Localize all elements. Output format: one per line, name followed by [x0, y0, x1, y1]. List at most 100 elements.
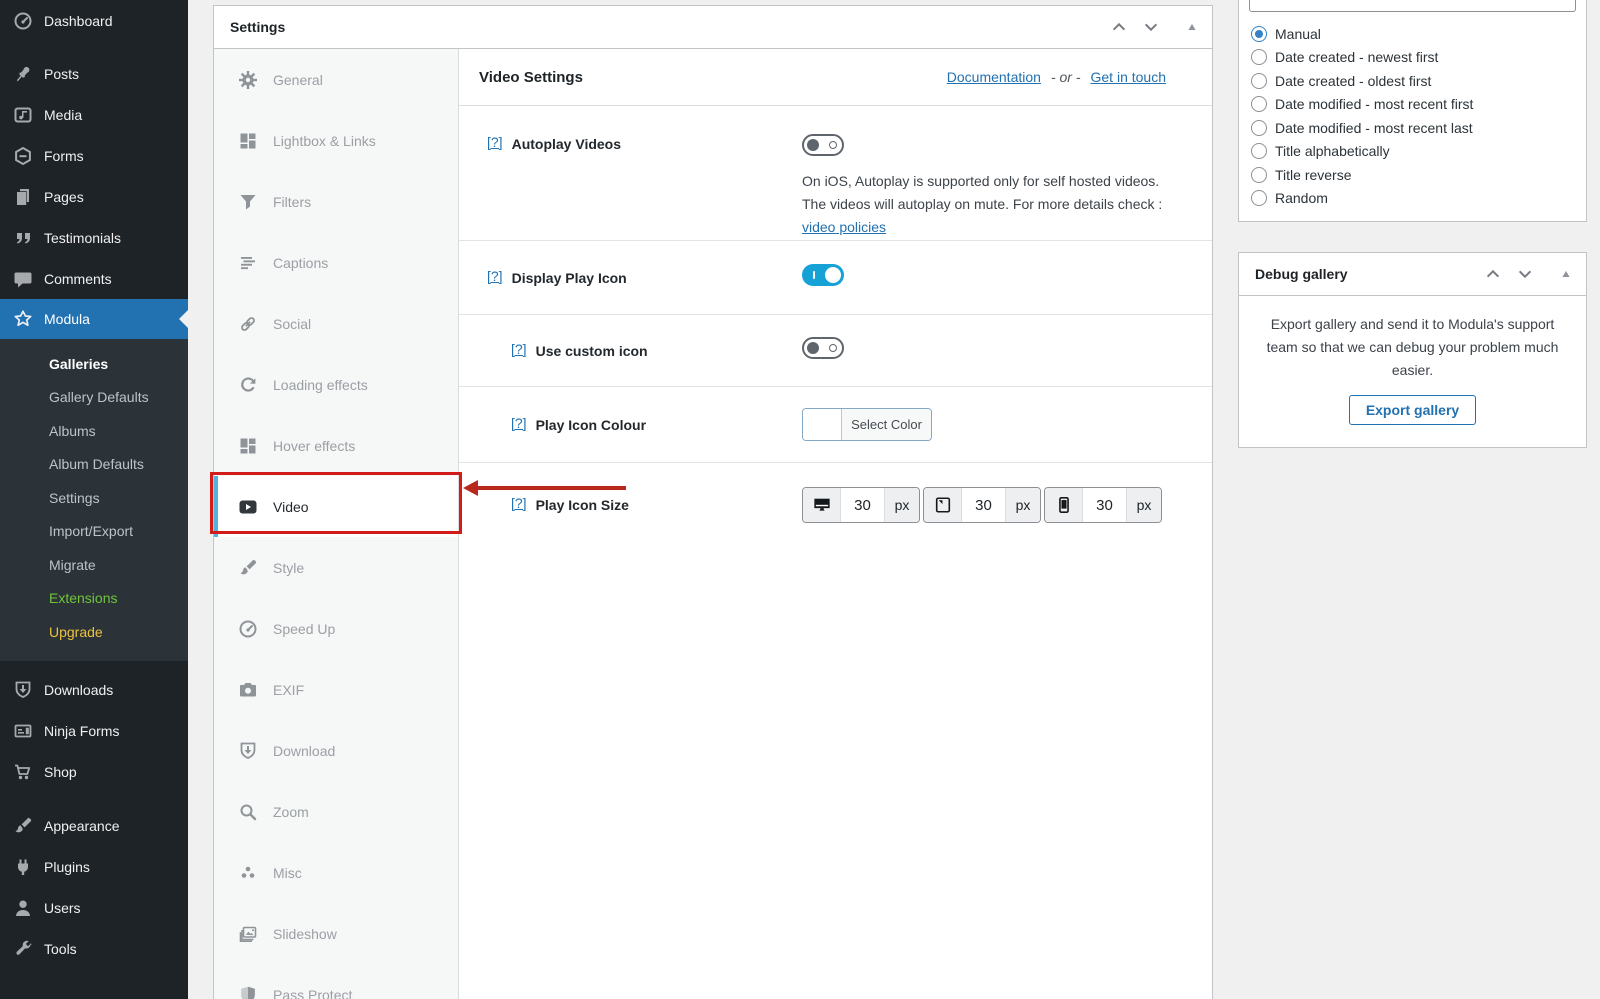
sort-option-title-reverse[interactable]: Title reverse [1251, 163, 1578, 187]
sidebar-item-appearance[interactable]: Appearance [0, 806, 188, 847]
sort-option-modified-last[interactable]: Date modified - most recent last [1251, 116, 1578, 140]
sort-select-dropdown[interactable] [1249, 0, 1576, 12]
slideshow-icon [238, 924, 258, 944]
sidebar-item-media[interactable]: Media [0, 94, 188, 135]
settings-tab-list: General Lightbox & Links Filters Caption… [214, 49, 459, 999]
sort-options-list: Manual Date created - newest first Date … [1251, 22, 1578, 210]
mobile-size-input[interactable]: 30 [1083, 488, 1126, 522]
move-down-icon[interactable] [1516, 265, 1534, 283]
radio-icon[interactable] [1251, 143, 1267, 160]
radio-icon[interactable] [1251, 190, 1267, 207]
pin-icon [13, 64, 33, 84]
sidebar-item-label: Forms [44, 147, 84, 164]
submenu-item-settings[interactable]: Settings [0, 481, 188, 515]
sidebar-item-comments[interactable]: Comments [0, 258, 188, 299]
sidebar-item-testimonials[interactable]: Testimonials [0, 217, 188, 258]
move-up-icon[interactable] [1484, 265, 1502, 283]
help-icon[interactable]: [?] [511, 495, 527, 511]
collapse-icon[interactable] [1560, 268, 1572, 280]
sidebar-item-label: Plugins [44, 859, 90, 875]
color-swatch [803, 409, 842, 440]
help-icon[interactable]: [?] [511, 415, 527, 431]
tab-captions[interactable]: Captions [214, 232, 458, 293]
tablet-size-input-group: 30 px [923, 487, 1041, 523]
setting-row-use-custom-icon: [?] Use custom icon [459, 315, 1212, 387]
tab-slideshow[interactable]: Slideshow [214, 903, 458, 964]
radio-icon[interactable] [1251, 25, 1267, 42]
documentation-link[interactable]: Documentation [947, 69, 1041, 85]
sidebar-item-dashboard[interactable]: Dashboard [0, 0, 188, 41]
use-custom-icon-toggle[interactable] [802, 337, 844, 359]
unit-label: px [1005, 488, 1040, 522]
help-icon[interactable]: [?] [487, 268, 503, 284]
tab-exif[interactable]: EXIF [214, 659, 458, 720]
sidebar-item-plugins[interactable]: Plugins [0, 847, 188, 888]
debug-gallery-header: Debug gallery [1239, 253, 1586, 296]
sidebar-item-forms[interactable]: Forms [0, 135, 188, 176]
radio-icon[interactable] [1251, 49, 1267, 66]
settings-metabox: Settings General Lightbox & Links Filter… [213, 5, 1213, 999]
sort-option-manual[interactable]: Manual [1251, 22, 1578, 46]
tab-zoom[interactable]: Zoom [214, 781, 458, 842]
radio-icon[interactable] [1251, 96, 1267, 113]
tab-video[interactable]: Video [214, 476, 458, 537]
tab-lightbox-links[interactable]: Lightbox & Links [214, 110, 458, 171]
sort-option-modified-first[interactable]: Date modified - most recent first [1251, 93, 1578, 117]
submenu-item-extensions[interactable]: Extensions [0, 582, 188, 616]
sidebar-item-shop[interactable]: Shop [0, 752, 188, 793]
submenu-item-album-defaults[interactable]: Album Defaults [0, 448, 188, 482]
sidebar-item-label: Pages [44, 188, 84, 205]
submenu-item-upgrade[interactable]: Upgrade [0, 615, 188, 649]
submenu-item-albums[interactable]: Albums [0, 414, 188, 448]
sort-option-title-alpha[interactable]: Title alphabetically [1251, 140, 1578, 164]
collapse-icon[interactable] [1186, 21, 1198, 33]
submenu-item-gallery-defaults[interactable]: Gallery Defaults [0, 381, 188, 415]
tab-speed-up[interactable]: Speed Up [214, 598, 458, 659]
help-icon[interactable]: [?] [487, 134, 503, 150]
sidebar-item-tools[interactable]: Tools [0, 929, 188, 970]
tab-social[interactable]: Social [214, 293, 458, 354]
tab-style[interactable]: Style [214, 537, 458, 598]
autoplay-toggle[interactable] [802, 134, 844, 156]
sidebar-item-pages[interactable]: Pages [0, 176, 188, 217]
tab-label: Loading effects [273, 376, 368, 393]
captions-icon [238, 253, 258, 273]
brush-icon [238, 558, 258, 578]
sidebar-item-ninja-forms[interactable]: Ninja Forms [0, 711, 188, 752]
submenu-item-galleries[interactable]: Galleries [0, 347, 188, 381]
submenu-item-migrate[interactable]: Migrate [0, 548, 188, 582]
video-policies-link[interactable]: video policies [802, 219, 886, 235]
radio-icon[interactable] [1251, 166, 1267, 183]
sidebar-item-posts[interactable]: Posts [0, 53, 188, 94]
radio-icon[interactable] [1251, 72, 1267, 89]
modula-icon [13, 309, 33, 329]
tab-pass-protect[interactable]: Pass Protect [214, 964, 458, 999]
tab-download[interactable]: Download [214, 720, 458, 781]
move-up-icon[interactable] [1110, 18, 1128, 36]
tab-hover-effects[interactable]: Hover effects [214, 415, 458, 476]
camera-icon [238, 680, 258, 700]
tab-loading-effects[interactable]: Loading effects [214, 354, 458, 415]
display-play-icon-toggle[interactable] [802, 264, 844, 286]
radio-icon[interactable] [1251, 119, 1267, 136]
sort-option-date-oldest[interactable]: Date created - oldest first [1251, 69, 1578, 93]
submenu-item-import-export[interactable]: Import/Export [0, 515, 188, 549]
sort-option-date-newest[interactable]: Date created - newest first [1251, 46, 1578, 70]
sidebar-item-modula[interactable]: Modula [0, 299, 188, 339]
select-color-button[interactable]: Select Color [802, 408, 932, 441]
tab-general[interactable]: General [214, 49, 458, 110]
tablet-size-input[interactable]: 30 [962, 488, 1005, 522]
mobile-icon [1055, 496, 1073, 514]
export-gallery-button[interactable]: Export gallery [1348, 395, 1477, 425]
setting-label: Autoplay Videos [511, 136, 622, 152]
get-in-touch-link[interactable]: Get in touch [1091, 69, 1167, 85]
sidebar-item-downloads[interactable]: Downloads [0, 670, 188, 711]
desktop-size-input[interactable]: 30 [841, 488, 884, 522]
help-icon[interactable]: [?] [511, 341, 527, 357]
sidebar-item-users[interactable]: Users [0, 888, 188, 929]
tab-filters[interactable]: Filters [214, 171, 458, 232]
admin-sidebar: Dashboard Posts Media Forms Pages Testim… [0, 0, 188, 999]
move-down-icon[interactable] [1142, 18, 1160, 36]
sort-option-random[interactable]: Random [1251, 187, 1578, 211]
tab-misc[interactable]: Misc [214, 842, 458, 903]
